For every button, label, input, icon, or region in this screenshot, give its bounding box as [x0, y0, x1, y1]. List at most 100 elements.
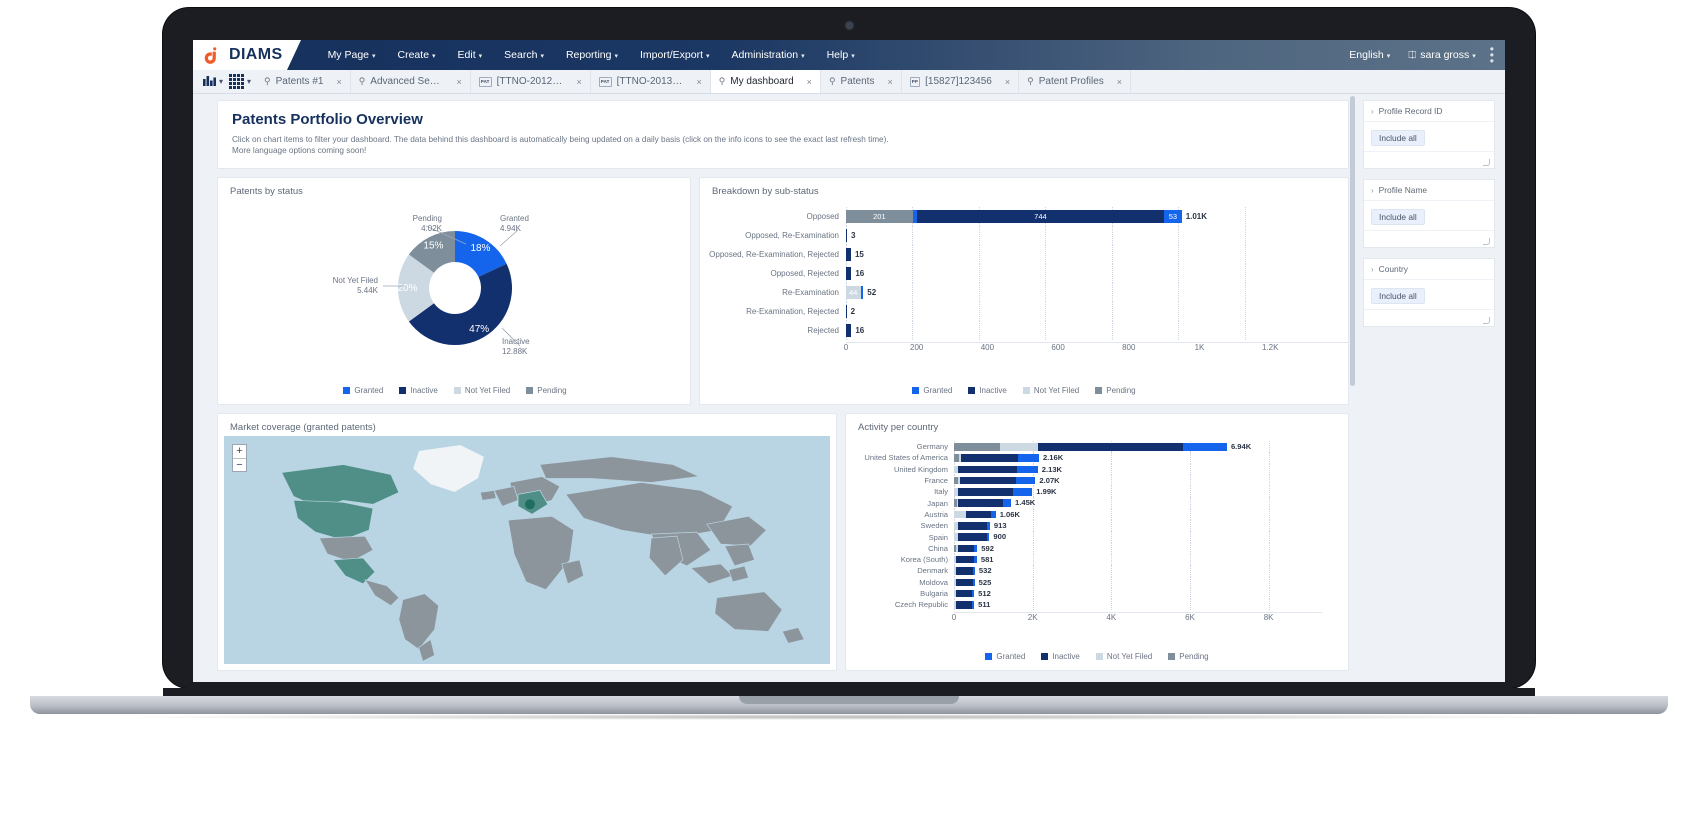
bar-segment[interactable]	[954, 510, 966, 519]
tab-patent-profiles[interactable]: ⚲ Patent Profiles ×	[1019, 70, 1132, 93]
user-menu[interactable]: ⎅ sara gross ▾	[1399, 49, 1485, 61]
bar-row[interactable]: United Kingdom 2.13K	[846, 463, 1322, 475]
bar-row[interactable]: Sweden 913	[846, 520, 1322, 532]
bar-row[interactable]: Opposed 201 744 53 1.01K	[700, 207, 1318, 226]
legend-item[interactable]: Granted	[985, 652, 1025, 661]
tab-patents[interactable]: ⚲ Patents ×	[820, 70, 902, 93]
bar-segment[interactable]	[954, 443, 1001, 451]
bar-row[interactable]: Opposed, Rejected 16	[700, 264, 1318, 283]
tab-15827-123456[interactable]: PP [15827]123456 ×	[901, 70, 1020, 93]
bar-row[interactable]: China 592	[846, 542, 1322, 554]
legend-item[interactable]: Inactive	[1041, 652, 1080, 661]
tab-my-dashboard[interactable]: ⚲ My dashboard ×	[710, 70, 821, 93]
bar-row[interactable]: Japan 1.45K	[846, 497, 1322, 509]
dashboard-view-button[interactable]: ▾	[201, 73, 225, 91]
close-icon[interactable]: ×	[1109, 77, 1122, 87]
bar-segment[interactable]	[958, 488, 1014, 496]
menu-help[interactable]: Help ▾	[816, 49, 866, 61]
bar-row[interactable]: Italy 1.99K	[846, 486, 1322, 498]
legend-item[interactable]: Not Yet Filed	[1022, 386, 1079, 395]
legend-item[interactable]: Pending	[526, 386, 567, 395]
tab-ttno-20120417[interactable]: PAT [TTNO-20120417/W… ×	[470, 70, 591, 93]
bar-segment[interactable]	[956, 567, 974, 575]
include-all-chip[interactable]: Include all	[1371, 288, 1425, 304]
menu-my-page[interactable]: My Page ▾	[317, 49, 387, 61]
legend-item[interactable]: Not Yet Filed	[453, 386, 510, 395]
bar-segment[interactable]	[957, 522, 988, 530]
bar-row[interactable]: France 2.07K	[846, 474, 1322, 487]
menu-search[interactable]: Search ▾	[493, 49, 555, 61]
menu-import-export[interactable]: Import/Export ▾	[629, 49, 721, 61]
tab-advanced-search[interactable]: ⚲ Advanced Search (P… ×	[350, 70, 471, 93]
plus-icon[interactable]: +	[233, 445, 246, 458]
vertical-scrollbar[interactable]	[1350, 96, 1355, 386]
bar-segment[interactable]	[1037, 443, 1184, 451]
bar-segment[interactable]	[955, 601, 973, 609]
bar-row[interactable]: Austria 1.06K	[846, 508, 1322, 521]
bar-segment[interactable]	[1000, 443, 1038, 451]
patents-by-status-donut[interactable]: 18% 47% 20% 15% Pending 4.02K Granted 4.94K N…	[218, 200, 692, 375]
bar-row[interactable]: Germany 6.94K	[846, 441, 1322, 453]
bar-segment[interactable]	[957, 533, 988, 541]
bar-segment[interactable]	[1002, 499, 1012, 507]
menu-reporting[interactable]: Reporting ▾	[555, 49, 629, 61]
minus-icon[interactable]: −	[233, 458, 246, 471]
bar-segment[interactable]	[1013, 488, 1033, 496]
resize-handle-icon[interactable]	[1483, 238, 1490, 245]
filter-group-header[interactable]: › Profile Record ID	[1364, 101, 1494, 122]
country-bar-rows[interactable]: Germany 6.94K United States of America 2.16…	[846, 433, 1348, 611]
close-icon[interactable]: ×	[997, 77, 1010, 87]
menu-administration[interactable]: Administration ▾	[721, 49, 816, 61]
legend-item[interactable]: Pending	[1168, 652, 1209, 661]
close-icon[interactable]: ×	[879, 77, 892, 87]
map-zoom-controls[interactable]: + −	[232, 444, 247, 472]
close-icon[interactable]: ×	[328, 77, 341, 87]
brand-logo[interactable]: DIAMS	[193, 40, 301, 70]
bar-row[interactable]: Korea (South) 581	[846, 553, 1322, 566]
world-map[interactable]: + −	[224, 436, 830, 664]
legend-item[interactable]: Inactive	[399, 386, 438, 395]
bar-segment[interactable]	[1183, 443, 1227, 451]
close-icon[interactable]: ×	[568, 77, 581, 87]
bar-segment[interactable]	[1018, 454, 1039, 462]
bar-segment[interactable]	[1016, 465, 1038, 474]
filter-group-header[interactable]: › Profile Name	[1364, 180, 1494, 201]
bar-segment[interactable]	[960, 476, 1017, 485]
include-all-chip[interactable]: Include all	[1371, 130, 1425, 146]
bar-segment[interactable]	[956, 578, 974, 587]
close-icon[interactable]: ×	[799, 77, 812, 87]
menu-edit[interactable]: Edit ▾	[447, 49, 494, 61]
bar-row[interactable]: Spain 900	[846, 531, 1322, 543]
tab-ttno-20131108[interactable]: PAT [TTNO-20131108/E… ×	[590, 70, 711, 93]
legend-item[interactable]: Granted	[912, 386, 952, 395]
resize-handle-icon[interactable]	[1483, 159, 1490, 166]
bar-row[interactable]: Opposed, Re-Examination 3	[700, 226, 1318, 245]
bar-segment[interactable]	[1016, 476, 1036, 485]
bar-row[interactable]: Denmark 532	[846, 565, 1322, 577]
legend-item[interactable]: Pending	[1095, 386, 1136, 395]
close-icon[interactable]: ×	[688, 77, 701, 87]
bar-segment[interactable]	[955, 555, 974, 564]
filter-group-header[interactable]: › Country	[1364, 259, 1494, 280]
bar-segment[interactable]	[965, 510, 991, 519]
legend-item[interactable]: Not Yet Filed	[1095, 652, 1152, 661]
bar-row[interactable]: Re-Examination 44 52	[700, 283, 1318, 302]
legend-item[interactable]: Inactive	[968, 386, 1007, 395]
breakdown-bar-rows[interactable]: Opposed 201 744 53 1.01K Opposed, Re-Examinat…	[700, 197, 1348, 340]
apps-grid-button[interactable]: ▾	[227, 74, 253, 89]
tab-patents-1[interactable]: ⚲ Patents #1 ×	[256, 70, 351, 93]
bar-row[interactable]: United States of America 2.16K	[846, 452, 1322, 464]
bar-row[interactable]: Moldova 525	[846, 576, 1322, 588]
bar-segment[interactable]	[961, 454, 1019, 462]
bar-row[interactable]: Czech Republic 511	[846, 599, 1322, 611]
menu-create[interactable]: Create ▾	[387, 49, 447, 61]
legend-item[interactable]: Granted	[343, 386, 383, 395]
bar-row[interactable]: Bulgaria 512	[846, 587, 1322, 600]
bar-row[interactable]: Opposed, Re-Examination, Rejected 15	[700, 245, 1318, 264]
bar-segment[interactable]	[955, 589, 973, 598]
bar-row[interactable]: Rejected 16	[700, 321, 1318, 340]
language-selector[interactable]: English ▾	[1340, 49, 1399, 61]
include-all-chip[interactable]: Include all	[1371, 209, 1425, 225]
bar-segment[interactable]	[957, 544, 975, 553]
close-icon[interactable]: ×	[448, 77, 461, 87]
